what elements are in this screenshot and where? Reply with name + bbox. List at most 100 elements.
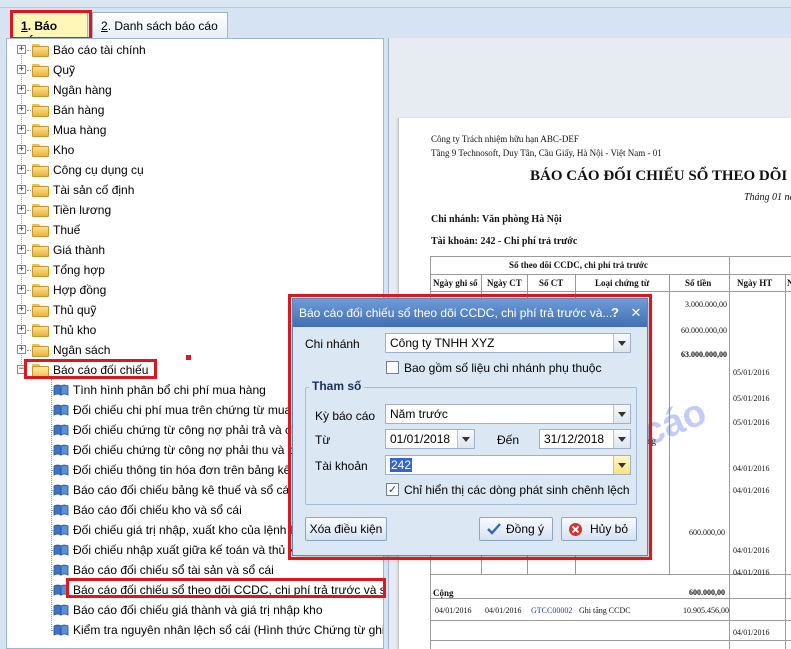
folder-icon: [32, 324, 49, 337]
include-dependent-checkbox[interactable]: [386, 361, 399, 374]
folder-icon: [32, 284, 49, 297]
chevron-down-icon[interactable]: [613, 334, 630, 352]
period-select[interactable]: Năm trước: [385, 404, 631, 424]
expand-icon[interactable]: +: [17, 125, 26, 134]
top-toolbar-strip: [0, 0, 791, 8]
expand-icon[interactable]: +: [17, 185, 26, 194]
folder-icon: [32, 84, 49, 97]
reconciliation-dialog: Báo cáo đối chiếu sổ theo dõi CCDC, chi …: [292, 298, 648, 556]
report-book-icon: [53, 424, 69, 436]
expand-icon[interactable]: +: [17, 105, 26, 114]
tree-report-label: Kiểm tra nguyên nhân lệch sổ cái (Hình t…: [73, 623, 384, 637]
account-select-value: 242: [390, 458, 413, 472]
expand-icon[interactable]: +: [17, 45, 26, 54]
calendar-dropdown-icon[interactable]: [457, 430, 474, 448]
tree-folder[interactable]: + Bán hàng: [7, 100, 383, 120]
calendar-dropdown-icon[interactable]: [613, 430, 630, 448]
folder-icon: [32, 304, 49, 317]
report-book-icon: [53, 604, 69, 616]
tree-folder[interactable]: + Thuế: [7, 220, 383, 240]
last-row-so-tien: 10.905.456,00: [683, 606, 729, 615]
period-label: Kỳ báo cáo: [315, 409, 376, 423]
expand-icon[interactable]: +: [17, 325, 26, 334]
expand-icon[interactable]: +: [17, 245, 26, 254]
folder-icon: [32, 244, 49, 257]
col-ngay-ht: Ngày HT: [737, 278, 773, 288]
to-date-input[interactable]: 31/12/2018: [539, 429, 631, 449]
tab-report-list[interactable]: 2. Danh sách báo cáo: [92, 12, 228, 38]
from-date-input[interactable]: 01/01/2018: [385, 429, 475, 449]
branch-select-value: Công ty TNHH XYZ: [390, 336, 495, 350]
only-diff-checkbox[interactable]: ✓: [386, 483, 399, 496]
to-date-value: 31/12/2018: [544, 432, 605, 446]
tree-folder[interactable]: + Kho: [7, 140, 383, 160]
expand-icon[interactable]: +: [17, 65, 26, 74]
expand-icon[interactable]: +: [17, 205, 26, 214]
tree-folder-label: Thủ kho: [53, 323, 97, 337]
tab-reports[interactable]: 1. Báo cáo: [12, 12, 88, 47]
report-book-icon: [53, 464, 69, 476]
open-folder-icon: [32, 364, 49, 377]
help-icon[interactable]: ?: [607, 305, 623, 321]
amount-1: 3.000.000,00: [685, 300, 727, 309]
expand-icon[interactable]: +: [17, 145, 26, 154]
grid-line: [430, 256, 791, 257]
last-row-so-ct[interactable]: GTCC00002: [531, 606, 572, 615]
tree-report-item[interactable]: Báo cáo đối chiếu sổ tài sản và sổ cái: [7, 560, 383, 580]
marker-dot: [186, 355, 191, 360]
tree-report-item[interactable]: Báo cáo đối chiếu giá thành và giá trị n…: [7, 600, 383, 620]
report-branch: Chi nhánh: Văn phòng Hà Nội: [431, 214, 562, 225]
report-book-icon: [53, 544, 69, 556]
tree-folder-label: Báo cáo tài chính: [53, 43, 146, 57]
tree-folder[interactable]: + Công cụ dụng cụ: [7, 160, 383, 180]
tab-reports-hotkey: 1: [21, 19, 28, 33]
folder-icon: [32, 164, 49, 177]
tree-folder[interactable]: + Quỹ: [7, 60, 383, 80]
report-book-icon: [53, 504, 69, 516]
expand-icon[interactable]: +: [17, 165, 26, 174]
tree-folder[interactable]: + Tổng hợp: [7, 260, 383, 280]
tree-folder[interactable]: + Báo cáo tài chính: [7, 40, 383, 60]
expand-icon[interactable]: +: [17, 85, 26, 94]
tree-folder[interactable]: + Hợp đồng: [7, 280, 383, 300]
tab-report-list-hotkey: 2: [101, 19, 108, 33]
close-icon[interactable]: ✕: [628, 305, 644, 321]
expand-icon[interactable]: +: [17, 305, 26, 314]
report-book-icon: [53, 624, 69, 636]
branch-select[interactable]: Công ty TNHH XYZ: [385, 333, 631, 353]
tree-folder-label: Tiền lương: [53, 203, 112, 217]
tree-report-label: Đối chiếu giá trị nhập, xuất kho của lện…: [73, 523, 306, 537]
tree-folder[interactable]: + Giá thành: [7, 240, 383, 260]
cancel-button[interactable]: Hủy bỏ: [561, 517, 637, 541]
expand-icon[interactable]: +: [17, 265, 26, 274]
tree-folder[interactable]: + Tiền lương: [7, 200, 383, 220]
chevron-down-icon[interactable]: [613, 405, 630, 423]
tree-folder-label: Thủ quỹ: [53, 303, 97, 317]
account-select[interactable]: 242: [385, 455, 631, 475]
report-book-icon: [53, 524, 69, 536]
expand-icon[interactable]: +: [17, 285, 26, 294]
amount-3: 63.000.000,00: [681, 350, 727, 359]
expand-icon[interactable]: +: [17, 225, 26, 234]
report-period: Tháng 01 năm 201: [744, 192, 791, 203]
tree-report-label: Đối chiếu nhập xuất giữa kế toán và thủ …: [73, 543, 308, 557]
date-right-2: 05/01/2016: [733, 394, 770, 403]
ok-button-label: Đồng ý: [505, 522, 545, 536]
tree-report-item[interactable]: Kiểm tra nguyên nhân lệch sổ cái (Hình t…: [7, 620, 383, 640]
tree-folder[interactable]: + Mua hàng: [7, 120, 383, 140]
folder-icon: [32, 224, 49, 237]
collapse-icon[interactable]: −: [17, 365, 26, 374]
clear-conditions-button[interactable]: Xóa điều kiện: [305, 517, 387, 541]
report-book-icon: [53, 444, 69, 456]
tree-folder-label: Thuế: [53, 223, 81, 237]
expand-icon[interactable]: +: [17, 345, 26, 354]
ok-button[interactable]: Đồng ý: [479, 517, 553, 541]
col-ngay-ct: Ngày CT: [487, 278, 522, 288]
tree-report-item-selected[interactable]: Báo cáo đối chiếu sổ theo dõi CCDC, chi …: [7, 580, 383, 600]
tree-folder-label: Hợp đồng: [53, 283, 107, 297]
period-select-value: Năm trước: [390, 407, 448, 421]
report-account: Tài khoản: 242 - Chi phí trả trước: [431, 236, 578, 247]
tree-folder[interactable]: + Tài sản cố định: [7, 180, 383, 200]
tree-folder[interactable]: + Ngân hàng: [7, 80, 383, 100]
chevron-down-icon[interactable]: [613, 456, 630, 474]
